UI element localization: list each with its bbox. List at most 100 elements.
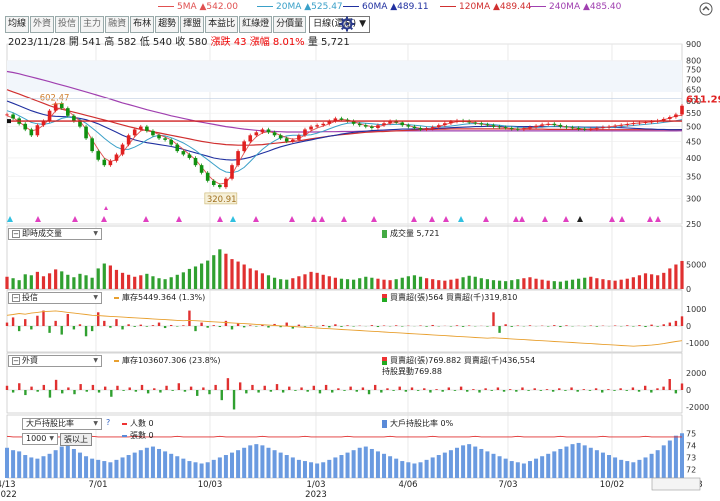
foreign-net-bar	[110, 390, 113, 397]
x-axis-label: 7/01	[88, 480, 107, 490]
foreign-net-bar	[220, 390, 223, 401]
foreign-net-bar	[337, 388, 340, 390]
volume-bar	[11, 278, 15, 289]
quote-change: 漲跌 43	[210, 37, 247, 48]
settings-gear-icon[interactable]	[339, 16, 355, 32]
tab-margin[interactable]: 融資	[105, 16, 130, 33]
holders-ratio-bar	[424, 459, 429, 478]
volume-bar	[187, 268, 192, 289]
volume-bar	[491, 280, 496, 289]
holders-ratio-bar	[637, 459, 642, 478]
foreign-net-bar	[570, 387, 573, 390]
volume-bar	[674, 264, 678, 289]
foreign-net-bar	[196, 390, 199, 396]
holders-ratio-bar	[29, 457, 34, 478]
candle-body	[516, 128, 520, 130]
tab-pe[interactable]: 本益比	[205, 16, 239, 33]
holders-ratio-bar	[272, 450, 277, 478]
foreign-net-bar	[643, 385, 647, 390]
foreign-net-bar	[245, 390, 248, 394]
candle-body	[613, 125, 617, 127]
holders-ratio-bar	[613, 457, 618, 478]
holders-ratio-bar	[643, 457, 648, 478]
holders-threshold-button[interactable]: 張以上	[60, 433, 92, 446]
foreign-net-bar	[202, 387, 205, 390]
foreign-net-bar	[18, 383, 21, 390]
volume-bar	[479, 278, 483, 289]
foreign-net-bar	[380, 390, 383, 393]
holders-ratio-bar	[138, 450, 143, 478]
candle-body	[528, 127, 532, 129]
holders-ratio-bar	[266, 447, 271, 478]
holders-ratio-bar	[607, 455, 612, 478]
trust-net-bar	[510, 326, 513, 327]
candle-body	[315, 125, 319, 127]
trust-net-bar	[419, 325, 422, 326]
holders-panel-select[interactable]: 大戶持股比率 ▼	[22, 418, 102, 430]
help-icon[interactable]: ?	[106, 418, 110, 427]
volume-value: 5,721	[416, 229, 440, 238]
candle-body	[126, 135, 131, 145]
x-axis-year: 2023	[305, 490, 327, 500]
foreign-net-bar	[398, 386, 401, 390]
holders-ratio-bar	[242, 447, 247, 478]
tab-bollinger[interactable]: 布林	[130, 16, 155, 33]
holders-ratio-bar	[558, 448, 563, 478]
price-tick-label: 350	[686, 173, 701, 182]
candle-body	[260, 129, 265, 133]
trust-panel-select[interactable]: − 投信 ▼	[8, 292, 102, 304]
trust-net-bar	[133, 326, 136, 327]
chevron-down-icon: ▼	[49, 435, 54, 442]
volume-bar	[139, 275, 143, 289]
trust-net-bar	[431, 324, 434, 326]
foreign-net-bar	[527, 390, 530, 391]
chevron-down-icon: ▼	[93, 357, 98, 364]
foreign-net-bar	[423, 388, 426, 390]
holders-ratio-bar	[479, 448, 484, 478]
holders-ratio-bar	[363, 446, 368, 478]
trust-net-bar	[90, 326, 94, 332]
tab-trust[interactable]: 投信	[55, 16, 80, 33]
ma-legend-item: 240MA ▲485.40	[530, 2, 621, 12]
holders-ratio-bar	[375, 451, 380, 478]
volume-bar	[577, 278, 581, 289]
trust-net-bar	[188, 310, 191, 326]
foreign-net-bar	[24, 390, 27, 396]
holders-ratio-bar	[211, 459, 216, 478]
foreign-net-bar	[392, 390, 395, 391]
volume-bar	[510, 280, 514, 289]
foreign-panel-select[interactable]: − 外資 ▼	[8, 355, 102, 367]
candle-body	[272, 132, 277, 136]
tab-foreign[interactable]: 外資	[30, 16, 55, 33]
foreign-net-bar	[502, 390, 506, 392]
holders-ratio-bar	[357, 447, 362, 478]
legend-swatch	[382, 293, 387, 302]
holders-ratio-bar	[205, 462, 210, 478]
tab-select[interactable]: 擇盟	[180, 16, 205, 33]
holders-ratio-bar	[534, 458, 539, 478]
candle-body	[193, 157, 198, 166]
tab-main-force[interactable]: 主力	[80, 16, 105, 33]
collapse-arrow-icon[interactable]	[699, 2, 713, 16]
tab-trend[interactable]: 趨勢	[155, 16, 180, 33]
holders-ratio-bar	[290, 457, 295, 478]
holders-ratio-bar	[114, 459, 119, 478]
foreign-net-bar	[539, 390, 543, 391]
candle-body	[321, 123, 326, 126]
tab-traffic-light[interactable]: 紅綠燈	[239, 16, 273, 33]
volume-bar	[394, 279, 398, 289]
trust-net-bar	[54, 320, 57, 326]
tab-price-volume[interactable]: 分價量	[273, 16, 307, 33]
volume-panel-select[interactable]: − 即時成交量 ▼	[8, 228, 102, 240]
holders-threshold-select[interactable]: 1000 ▼	[22, 433, 58, 445]
quote-line: 2023/11/28 開 541 高 582 低 540 收 580 漲跌 43…	[8, 33, 350, 48]
foreign-net-bar	[300, 387, 303, 390]
foreign-net-bar	[183, 390, 187, 392]
tab-ma[interactable]: 均線	[5, 16, 30, 33]
x-axis-label: 10/03	[198, 480, 223, 490]
foreign-net-bar	[386, 388, 389, 390]
volume-bar	[455, 278, 459, 289]
quote-close: 收 580	[175, 37, 208, 48]
volume-bar	[552, 281, 556, 289]
candle-body	[637, 122, 642, 124]
